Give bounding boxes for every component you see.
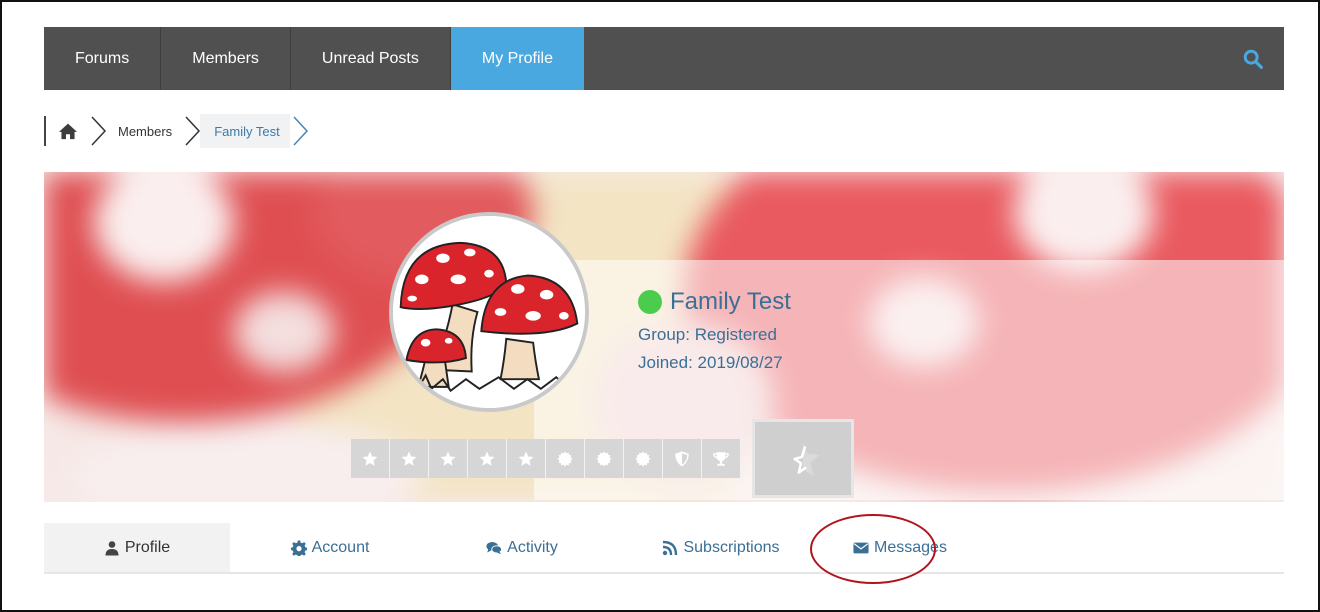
user-name-row: Family Test xyxy=(638,286,791,318)
search-icon[interactable] xyxy=(1242,48,1264,70)
nav-unread-posts-label: Unread Posts xyxy=(321,49,419,67)
tab-activity-label: Activity xyxy=(507,538,558,556)
rank-star-3 xyxy=(429,439,468,478)
tab-messages-label: Messages xyxy=(874,538,947,556)
star-icon xyxy=(401,451,417,466)
page-frame: Forums Members Unread Posts My Profile M… xyxy=(0,0,1320,612)
rss-icon xyxy=(663,540,678,555)
chevron-right-icon xyxy=(293,116,308,146)
badge-box[interactable] xyxy=(752,419,854,498)
tab-account[interactable]: Account xyxy=(230,523,430,572)
nav-members-label: Members xyxy=(192,49,259,67)
profile-tabs: Profile Account Activity Subscriptions M… xyxy=(44,523,1284,574)
breadcrumb-current[interactable]: Family Test xyxy=(200,114,290,148)
half-star-icon xyxy=(793,441,820,476)
mushroom-avatar-image xyxy=(393,216,585,408)
rank-star-1 xyxy=(351,439,390,478)
nav-members[interactable]: Members xyxy=(161,27,291,90)
home-icon[interactable] xyxy=(58,122,78,140)
certificate-icon xyxy=(635,451,651,466)
rank-badge-3 xyxy=(624,439,663,478)
user-joined: Joined: 2019/08/27 xyxy=(638,353,783,372)
rank-badge-1 xyxy=(546,439,585,478)
chevron-right-icon xyxy=(185,116,201,146)
nav-forums[interactable]: Forums xyxy=(44,27,162,90)
envelope-icon xyxy=(853,542,869,553)
star-icon xyxy=(479,451,495,466)
gear-icon xyxy=(290,540,307,556)
shield-icon xyxy=(675,451,689,466)
nav-my-profile[interactable]: My Profile xyxy=(450,27,584,90)
tab-profile-label: Profile xyxy=(124,538,171,556)
breadcrumb-divider xyxy=(44,116,46,146)
star-icon xyxy=(440,451,456,466)
nav-unread-posts[interactable]: Unread Posts xyxy=(291,27,451,90)
user-name[interactable]: Family Test xyxy=(670,288,791,316)
top-navigation: Forums Members Unread Posts My Profile xyxy=(44,27,1284,90)
comments-icon xyxy=(486,541,503,554)
user-group: Group: Registered xyxy=(638,325,777,344)
nav-forums-label: Forums xyxy=(75,49,130,67)
star-icon xyxy=(362,451,378,466)
rank-badge-2 xyxy=(585,439,624,478)
trophy-icon xyxy=(713,451,729,466)
breadcrumb-members[interactable]: Members xyxy=(118,124,172,139)
rank-icons xyxy=(351,439,741,478)
tab-account-label: Account xyxy=(311,538,370,556)
chevron-right-icon xyxy=(91,116,107,146)
rank-shield xyxy=(663,439,702,478)
avatar[interactable] xyxy=(389,212,589,412)
tab-subscriptions[interactable]: Subscriptions xyxy=(614,523,828,572)
certificate-icon xyxy=(557,451,573,466)
rank-star-2 xyxy=(390,439,429,478)
tab-profile[interactable]: Profile xyxy=(44,523,230,572)
user-info: Family Test Group: Registered Joined: 20… xyxy=(638,286,791,374)
rank-star-4 xyxy=(468,439,507,478)
nav-my-profile-label: My Profile xyxy=(481,49,553,67)
user-icon xyxy=(105,540,119,555)
tab-subscriptions-label: Subscriptions xyxy=(683,538,780,556)
rank-trophy xyxy=(702,439,741,478)
tab-messages[interactable]: Messages xyxy=(828,523,972,572)
certificate-icon xyxy=(596,451,612,466)
breadcrumb: Members Family Test xyxy=(44,114,320,148)
star-icon xyxy=(518,451,534,466)
tab-activity[interactable]: Activity xyxy=(430,523,614,572)
online-status-dot xyxy=(638,290,662,314)
rank-star-5 xyxy=(507,439,546,478)
